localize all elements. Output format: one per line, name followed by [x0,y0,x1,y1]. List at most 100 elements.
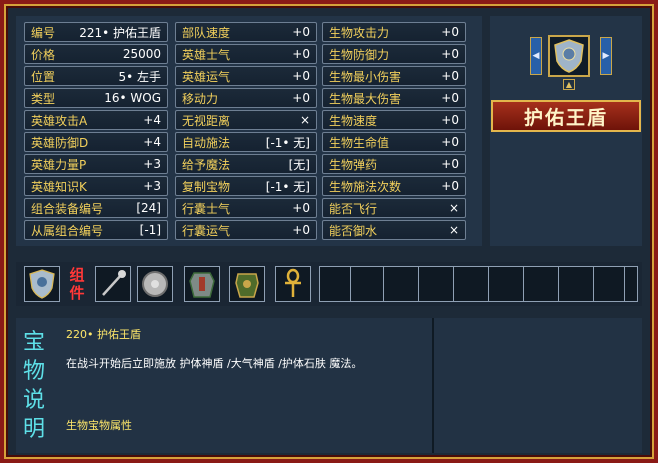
arrow-up-icon: ▲ [565,80,573,89]
scepter-icon [102,270,126,296]
stat-label: 英雄力量P [31,157,87,172]
stat-position: 位置 5• 左手 [24,66,168,86]
next-artifact-button[interactable]: ▶ [600,37,612,75]
stat-value: 25000 [122,47,161,61]
stat-label: 生物弹药 [329,157,378,172]
stat-value: × [448,223,459,237]
ankh-icon [285,268,301,297]
stat-value: +0 [292,47,310,61]
stat-value: [-1• 无] [265,135,310,150]
scroll-up-button[interactable]: ▲ [563,79,575,90]
stat-can-waterwalk: 能否御水 × [322,220,466,240]
info-artifact-description: 在战斗开始后立即施放 护体神盾 /大气神盾 /护体石肤 魔法。 [66,357,363,370]
stat-movement: 移动力 +0 [175,88,317,108]
empty-component-slot[interactable] [624,266,638,302]
stat-value: +0 [292,25,310,39]
round-shield-icon [142,271,168,297]
stat-price: 价格 25000 [24,44,168,64]
stat-hero-power: 英雄力量P +3 [24,154,168,174]
stat-hero-luck: 英雄运气 +0 [175,66,317,86]
component-main-slot[interactable] [24,266,60,302]
stat-label: 生物最大伤害 [329,91,402,106]
component-slot[interactable] [275,266,311,302]
empty-component-slot[interactable] [350,266,386,302]
artifact-name-plate: 护佑王盾 [491,100,641,132]
stat-label: 生物生命值 [329,135,390,150]
stat-creature-ammo: 生物弹药 +0 [322,154,466,174]
stat-value: [-1] [139,223,161,237]
stat-label: 从属组合编号 [31,223,104,238]
stat-hero-defense: 英雄防御D +4 [24,132,168,152]
shield-icon [554,39,584,73]
stat-label: 英雄运气 [182,69,231,84]
stat-creature-max-damage: 生物最大伤害 +0 [322,88,466,108]
stat-label: 英雄攻击A [31,113,88,128]
empty-component-slot[interactable] [488,266,524,302]
stat-value: +3 [143,179,161,193]
stat-value: +0 [292,69,310,83]
stat-backpack-morale: 行囊士气 +0 [175,198,317,218]
stat-type: 类型 16• WOG [24,88,168,108]
stat-label: 能否御水 [329,223,378,238]
stat-label: 无视距离 [182,113,231,128]
stat-label: 能否飞行 [329,201,378,216]
stat-value: +0 [441,47,459,61]
stat-value: +0 [441,179,459,193]
stat-value: +0 [441,135,459,149]
stat-creature-min-damage: 生物最小伤害 +0 [322,66,466,86]
stat-value: × [299,113,310,127]
stat-label: 位置 [31,69,56,84]
stat-value: [-1• 无] [265,179,310,194]
stat-id: 编号 221• 护佑王盾 [24,22,168,42]
stat-value: +4 [143,135,161,149]
artifact-image [548,35,590,77]
empty-component-slot[interactable] [418,266,454,302]
stat-value: [无] [288,157,310,172]
stat-label: 行囊士气 [182,201,231,216]
armor-icon [189,272,215,298]
component-slot[interactable] [229,266,265,302]
stat-value: +0 [441,113,459,127]
stat-value: 221• 护佑王盾 [79,25,161,40]
shield-icon [29,269,55,299]
stat-creature-attack: 生物攻击力 +0 [322,22,466,42]
stat-copy-artifact: 复制宝物 [-1• 无] [175,176,317,196]
stat-value: +0 [441,157,459,171]
stat-creature-casts: 生物施法次数 +0 [322,176,466,196]
stat-value: [24] [136,201,161,215]
info-artifact-property: 生物宝物属性 [66,419,132,432]
component-slot[interactable] [95,266,131,302]
empty-component-slot[interactable] [523,266,559,302]
stat-label: 移动力 [182,91,219,106]
stat-label: 生物防御力 [329,47,390,62]
stat-label: 给予魔法 [182,157,231,172]
stat-label: 生物速度 [329,113,378,128]
stat-auto-cast: 自动施法 [-1• 无] [175,132,317,152]
stat-value: +4 [143,113,161,127]
stat-label: 英雄士气 [182,47,231,62]
stat-hero-knowledge: 英雄知识K +3 [24,176,168,196]
stat-creature-speed: 生物速度 +0 [322,110,466,130]
component-slot[interactable] [137,266,173,302]
stat-label: 行囊运气 [182,223,231,238]
prev-artifact-button[interactable]: ◀ [530,37,542,75]
empty-component-slot[interactable] [383,266,419,302]
stat-label: 生物最小伤害 [329,69,402,84]
stat-backpack-luck: 行囊运气 +0 [175,220,317,240]
stat-label: 英雄防御D [31,135,89,150]
stat-label: 部队速度 [182,25,231,40]
stat-value: +0 [292,91,310,105]
stat-value: × [448,201,459,215]
stat-combo-id: 组合装备编号 [24] [24,198,168,218]
stat-grant-spell: 给予魔法 [无] [175,154,317,174]
artifact-name: 护佑王盾 [523,106,608,129]
stat-value: 16• WOG [104,91,161,105]
empty-component-slot[interactable] [558,266,594,302]
empty-component-slot[interactable] [453,266,489,302]
stat-value: +0 [441,25,459,39]
stat-label: 生物攻击力 [329,25,390,40]
component-slot[interactable] [184,266,220,302]
stat-value: 5• 左手 [118,69,161,84]
stat-can-fly: 能否飞行 × [322,198,466,218]
stat-label: 类型 [31,91,56,106]
